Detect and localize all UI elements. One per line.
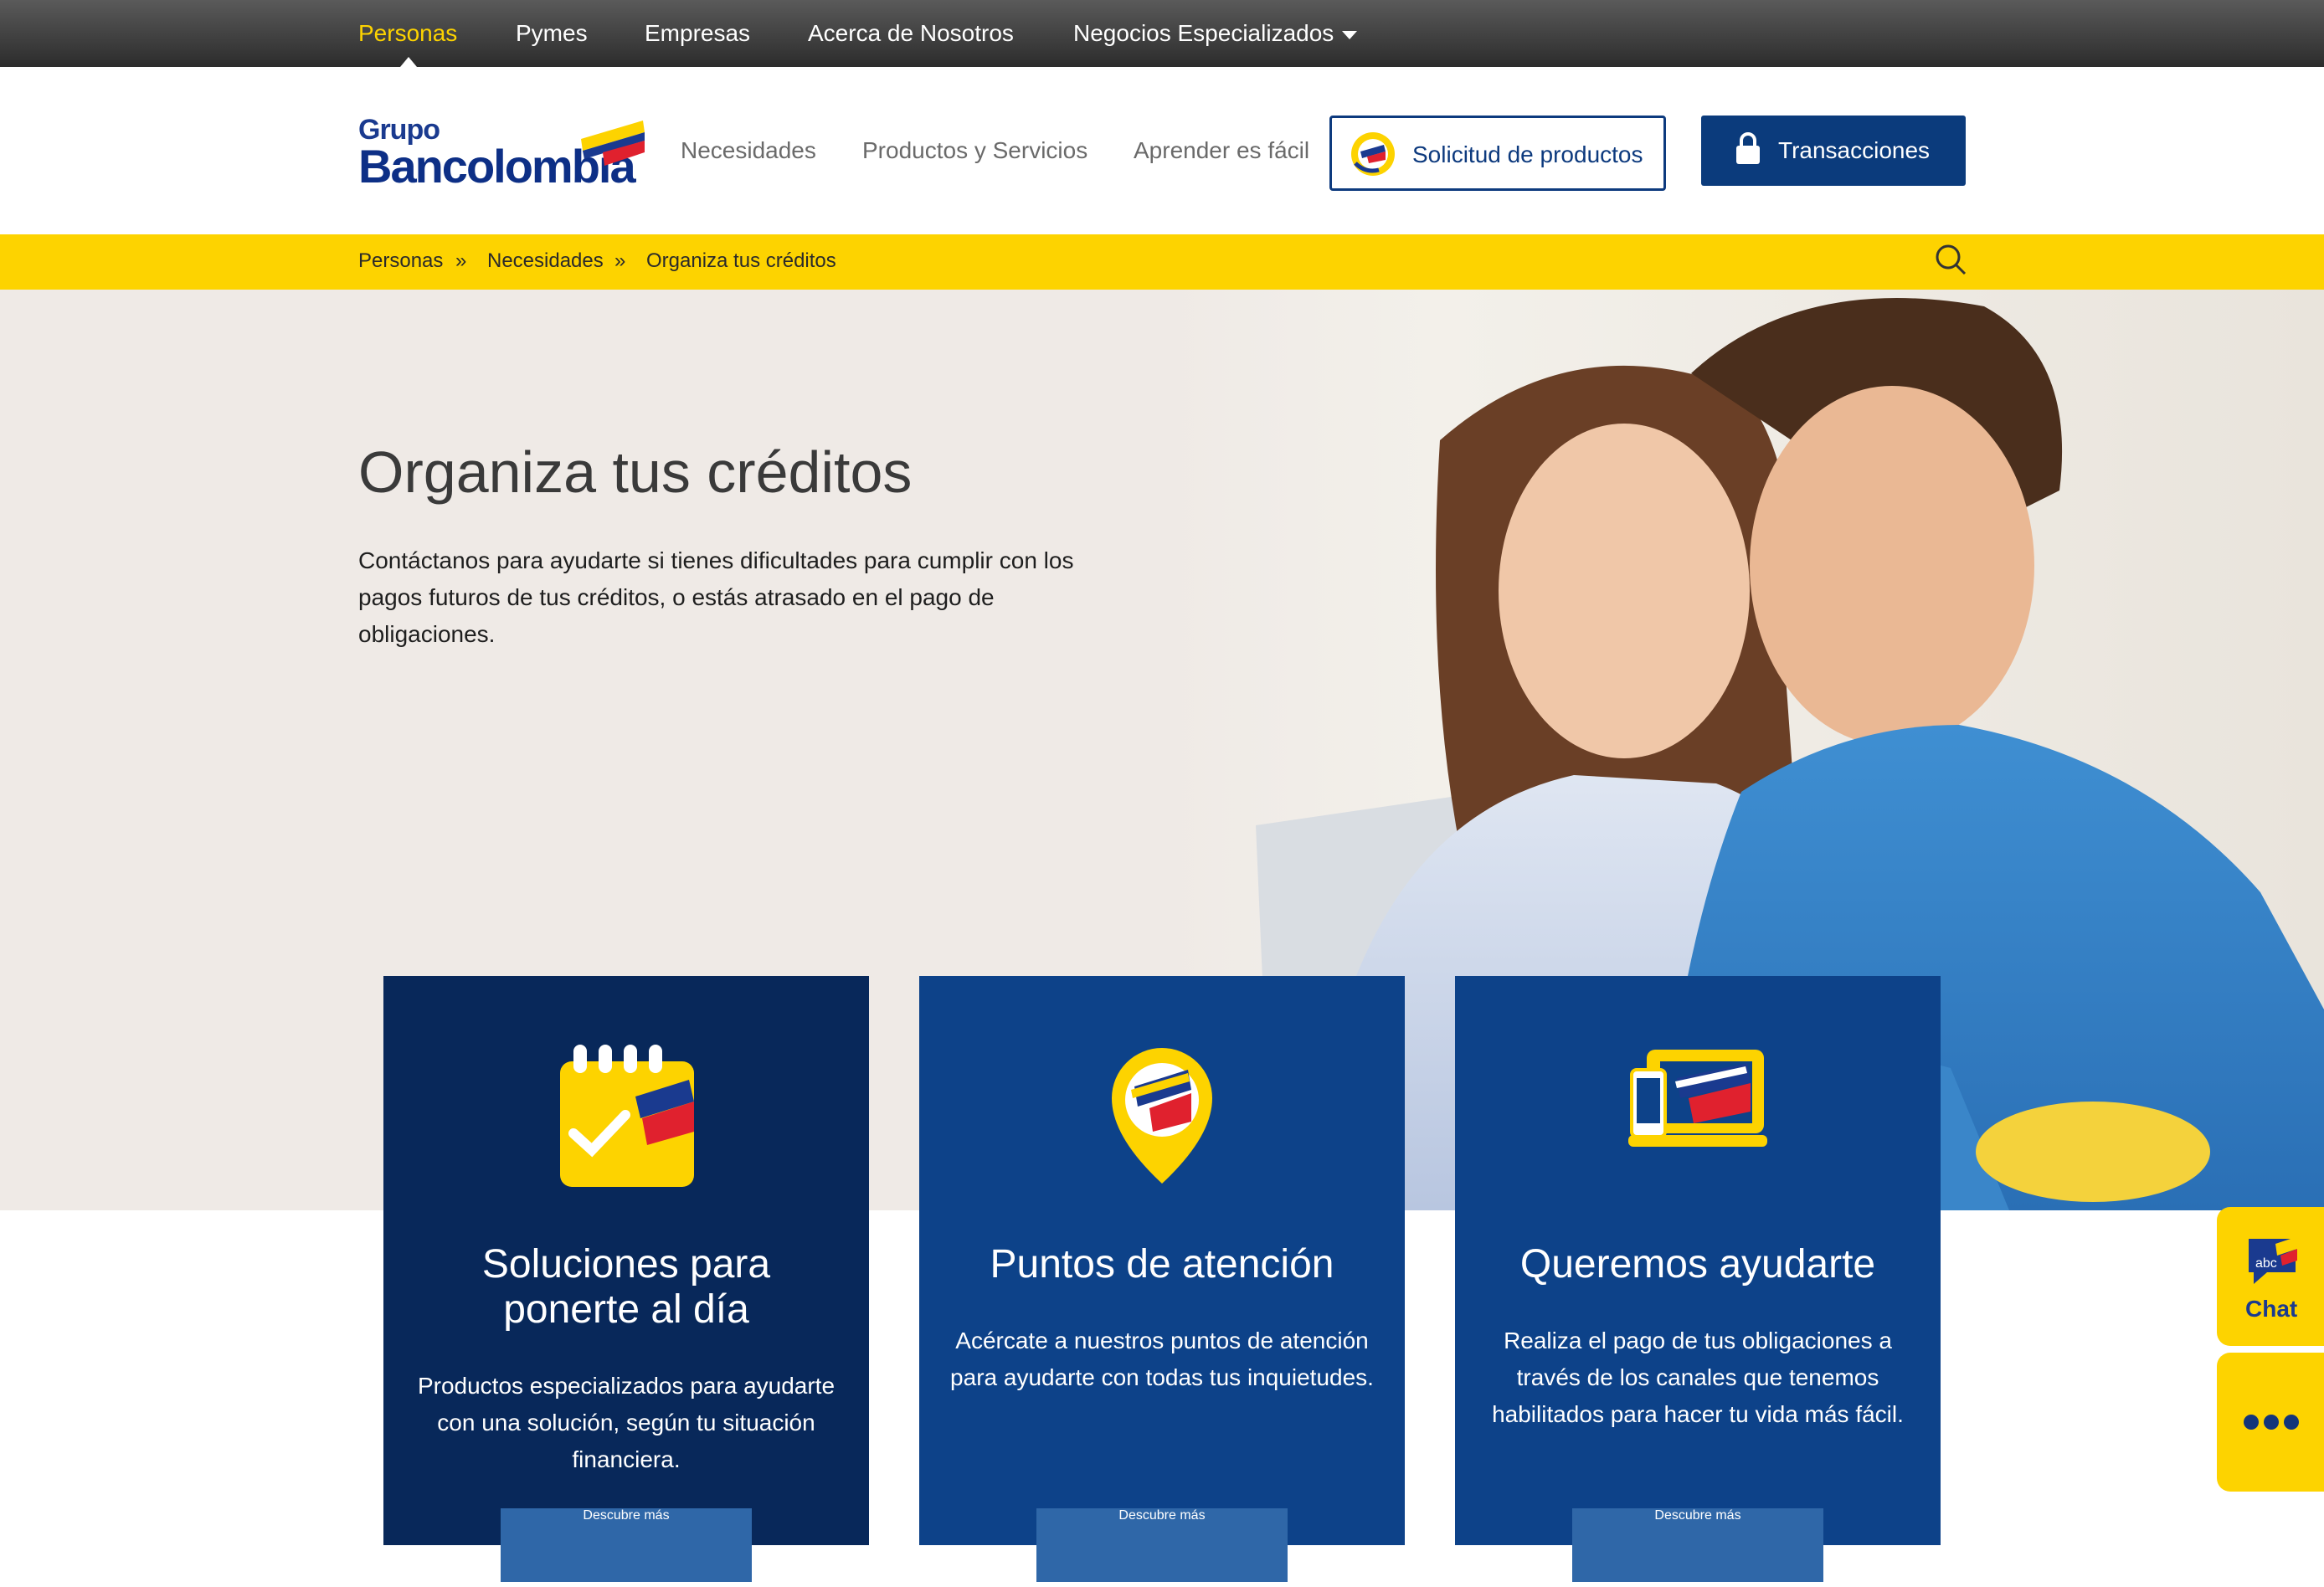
topnav-negocios-label: Negocios Especializados <box>1073 20 1334 46</box>
more-dots-icon <box>2244 1415 2259 1430</box>
card-text: Productos especializados para ayudarte c… <box>417 1373 836 1472</box>
card-text: Realiza el pago de tus obligaciones a tr… <box>1492 1328 1904 1427</box>
descubre-mas-button[interactable]: Descubre más <box>501 1508 752 1582</box>
devices-icon <box>1455 1045 1941 1153</box>
solicitud-productos-button[interactable]: Solicitud de productos <box>1329 116 1666 191</box>
topnav-acerca[interactable]: Acerca de Nosotros <box>808 20 1014 47</box>
topnav-empresas[interactable]: Empresas <box>645 20 750 47</box>
card-soluciones: Soluciones para ponerte al día Productos… <box>383 976 869 1545</box>
bancolombia-logo[interactable]: Grupo Bancolombia <box>358 114 645 193</box>
chat-bubble-icon: abc <box>2249 1237 2297 1284</box>
breadcrumb-separator: » <box>614 249 626 272</box>
transacciones-label: Transacciones <box>1778 137 1931 163</box>
active-indicator-icon <box>400 57 417 67</box>
page-title: Organiza tus créditos <box>358 439 913 505</box>
chat-button[interactable]: abc Chat <box>2217 1207 2324 1346</box>
chat-label: Chat <box>2245 1296 2298 1322</box>
product-request-icon <box>1351 132 1395 176</box>
transacciones-button[interactable]: Transacciones <box>1701 116 1966 186</box>
hero-description: Contáctanos para ayudarte si tienes difi… <box>358 547 1074 647</box>
nav-productos-servicios[interactable]: Productos y Servicios <box>862 137 1087 164</box>
card-queremos-ayudarte: Queremos ayudarte Realiza el pago de tus… <box>1455 976 1941 1545</box>
chat-badge: abc <box>2255 1256 2277 1271</box>
topnav-pymes[interactable]: Pymes <box>516 20 588 47</box>
breadcrumb-separator: » <box>455 249 467 272</box>
breadcrumb <box>0 234 2324 290</box>
calendar-check-icon <box>383 1045 869 1187</box>
card-title: Queremos ayudarte <box>1519 1242 1876 1287</box>
search-icon[interactable] <box>1934 243 1967 276</box>
more-dots-icon <box>2264 1415 2279 1430</box>
topnav-personas[interactable]: Personas <box>358 20 457 47</box>
nav-necesidades[interactable]: Necesidades <box>681 137 816 164</box>
card-text: Acércate a nuestros puntos de atención p… <box>950 1328 1374 1390</box>
location-pin-icon <box>919 1045 1405 1187</box>
caret-down-icon <box>1342 30 1358 39</box>
descubre-mas-button[interactable]: Descubre más <box>1572 1508 1823 1582</box>
lock-icon <box>1736 132 1760 164</box>
more-options-button[interactable] <box>2217 1353 2324 1492</box>
breadcrumb-current: Organiza tus créditos <box>646 249 836 272</box>
solicitud-label: Solicitud de productos <box>1412 141 1643 167</box>
card-title: Puntos de atención <box>990 1242 1334 1287</box>
card-title: Soluciones para ponerte al día <box>481 1242 771 1332</box>
flag-mark-icon <box>581 121 645 166</box>
breadcrumb-necesidades[interactable]: Necesidades <box>487 249 604 273</box>
nav-aprender[interactable]: Aprender es fácil <box>1134 137 1309 164</box>
topnav-negocios[interactable]: Negocios Especializados <box>1073 20 1358 47</box>
card-puntos-atencion: Puntos de atención Acércate a nuestros p… <box>919 976 1405 1545</box>
descubre-mas-button[interactable]: Descubre más <box>1036 1508 1288 1582</box>
breadcrumb-personas[interactable]: Personas <box>358 249 443 273</box>
more-dots-icon <box>2284 1415 2299 1430</box>
